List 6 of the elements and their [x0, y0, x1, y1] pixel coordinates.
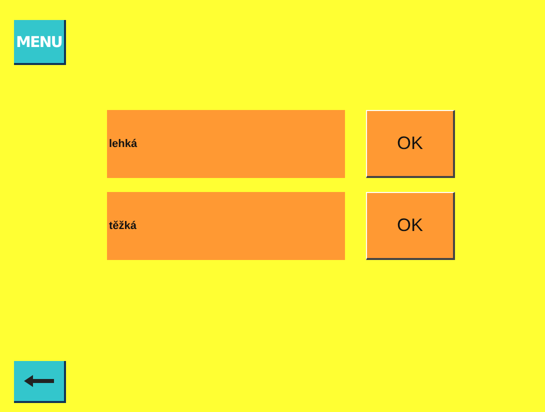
option-label: těžká	[107, 192, 345, 260]
ok-button[interactable]: OK	[366, 110, 455, 178]
back-arrow-icon	[24, 375, 54, 387]
ok-button[interactable]: OK	[366, 192, 455, 260]
option-label: lehká	[107, 110, 345, 178]
back-button[interactable]	[14, 361, 66, 403]
